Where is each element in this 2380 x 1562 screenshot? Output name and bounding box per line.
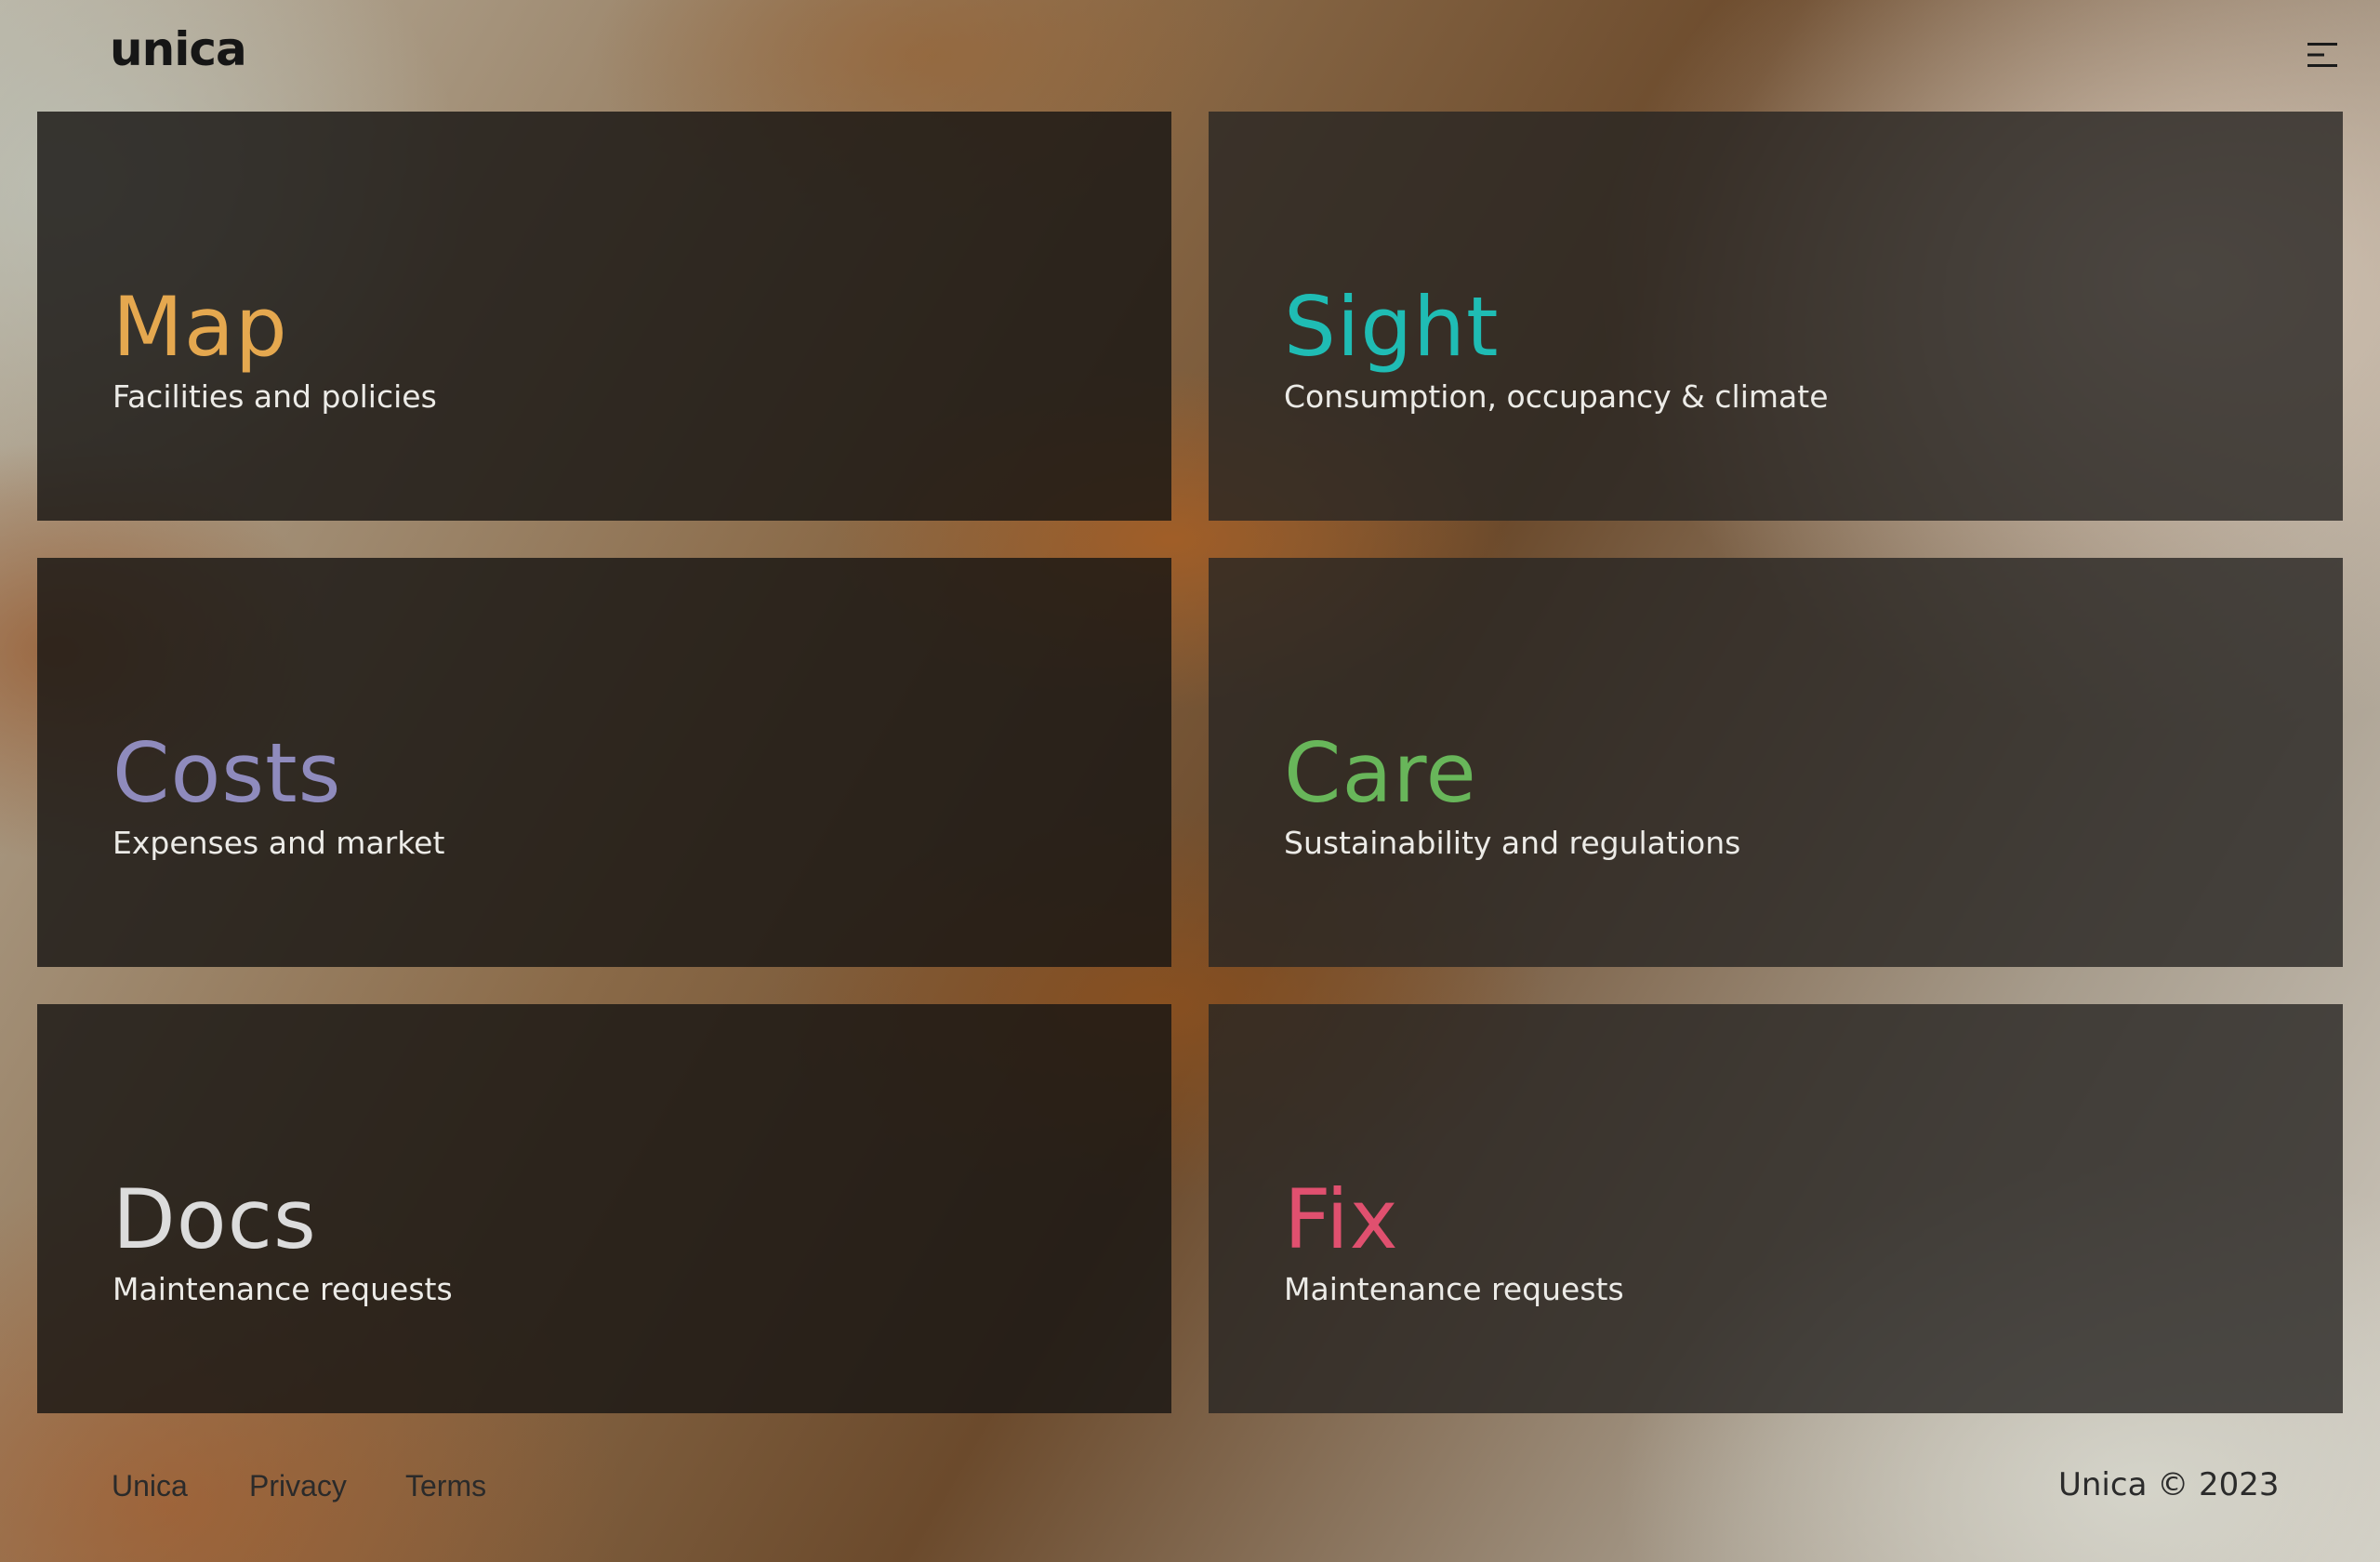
tile-subtitle: Consumption, occupancy & climate — [1284, 378, 1829, 415]
footer-link-privacy[interactable]: Privacy — [249, 1471, 347, 1501]
logo[interactable]: unica — [110, 26, 247, 73]
menu-icon — [2307, 43, 2337, 67]
tile-title: Care — [1284, 725, 1477, 821]
tile-subtitle: Maintenance requests — [112, 1271, 453, 1307]
footer-link-terms[interactable]: Terms — [405, 1471, 486, 1501]
menu-button[interactable] — [2306, 41, 2339, 69]
tile-title: Docs — [112, 1172, 317, 1267]
copyright: Unica © 2023 — [2058, 1466, 2280, 1503]
tile-docs[interactable]: Docs Maintenance requests — [37, 1004, 1171, 1413]
tile-sight[interactable]: Sight Consumption, occupancy & climate — [1209, 112, 2343, 521]
tile-subtitle: Maintenance requests — [1284, 1271, 1624, 1307]
tile-subtitle: Sustainability and regulations — [1284, 825, 1741, 861]
footer-link-unica[interactable]: Unica — [112, 1471, 188, 1501]
tile-care[interactable]: Care Sustainability and regulations — [1209, 558, 2343, 967]
tile-fix[interactable]: Fix Maintenance requests — [1209, 1004, 2343, 1413]
tile-title: Map — [112, 279, 288, 375]
tile-subtitle: Expenses and market — [112, 825, 445, 861]
tile-costs[interactable]: Costs Expenses and market — [37, 558, 1171, 967]
tile-title: Sight — [1284, 279, 1500, 375]
header: unica — [0, 0, 2380, 112]
tile-map[interactable]: Map Facilities and policies — [37, 112, 1171, 521]
tile-title: Costs — [112, 725, 342, 821]
tile-subtitle: Facilities and policies — [112, 378, 437, 415]
tile-title: Fix — [1284, 1172, 1399, 1267]
